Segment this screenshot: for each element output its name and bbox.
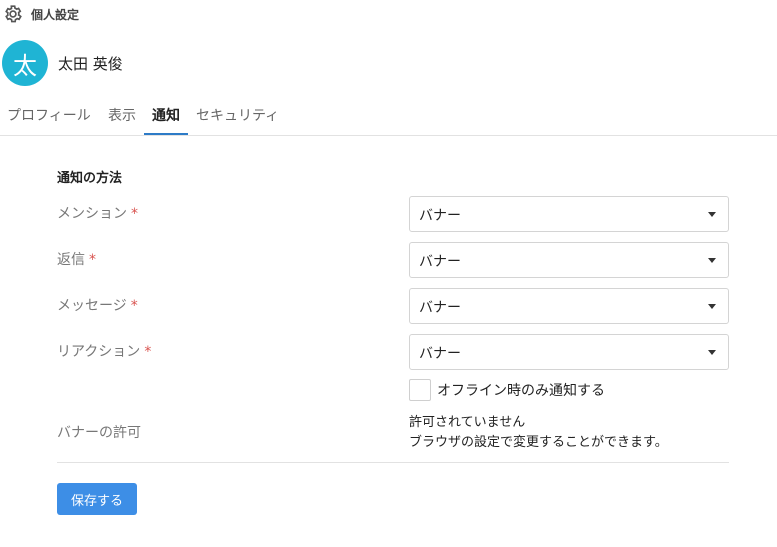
offline-only-option[interactable]: オフライン時のみ通知する <box>409 379 605 401</box>
tab-display[interactable]: 表示 <box>108 105 136 135</box>
settings-tabs: プロフィール 表示 通知 セキュリティ <box>0 100 777 136</box>
reaction-select-value: バナー <box>419 346 461 362</box>
tab-notification[interactable]: 通知 <box>144 105 188 135</box>
required-mark: * <box>131 206 138 222</box>
offline-only-label: オフライン時のみ通知する <box>437 383 605 399</box>
required-mark: * <box>144 344 152 360</box>
page-title: 個人設定 <box>31 7 80 22</box>
message-select[interactable]: バナー <box>409 288 729 324</box>
reaction-label: リアクション * <box>57 342 151 362</box>
section-title: 通知の方法 <box>57 171 123 186</box>
banner-permission-status-line2: ブラウザの設定で変更することができます。 <box>409 435 668 450</box>
caret-down-icon <box>708 350 716 355</box>
mention-select-value: バナー <box>419 208 461 224</box>
message-label: メッセージ * <box>57 296 138 316</box>
user-name: 太田 英俊 <box>58 54 123 73</box>
offline-only-checkbox[interactable] <box>409 379 431 401</box>
profile-block: 太 太田 英俊 <box>2 40 123 86</box>
banner-permission-status: 許可されていません ブラウザの設定で変更することができます。 <box>409 413 668 453</box>
caret-down-icon <box>708 304 716 309</box>
gear-icon <box>3 4 23 24</box>
reply-select[interactable]: バナー <box>409 242 729 278</box>
mention-label: メンション * <box>57 204 138 224</box>
mention-select[interactable]: バナー <box>409 196 729 232</box>
required-mark: * <box>130 298 138 314</box>
mention-label-text: メンション <box>57 206 127 222</box>
reaction-label-text: リアクション <box>57 344 141 360</box>
caret-down-icon <box>708 212 716 217</box>
page-header: 個人設定 <box>3 4 79 24</box>
reply-label: 返信 * <box>57 250 96 270</box>
reply-select-value: バナー <box>419 254 461 270</box>
banner-permission-label: バナーの許可 <box>57 425 141 441</box>
message-select-value: バナー <box>419 300 461 316</box>
tab-profile[interactable]: プロフィール <box>7 105 91 135</box>
avatar: 太 <box>2 40 48 86</box>
avatar-initial: 太 <box>13 51 37 80</box>
required-mark: * <box>89 252 96 268</box>
reply-label-text: 返信 <box>57 252 85 268</box>
divider <box>57 462 729 463</box>
reaction-select[interactable]: バナー <box>409 334 729 370</box>
tab-security[interactable]: セキュリティ <box>196 105 279 135</box>
save-button[interactable]: 保存する <box>57 483 137 515</box>
message-label-text: メッセージ <box>57 298 127 314</box>
caret-down-icon <box>708 258 716 263</box>
banner-permission-status-line1: 許可されていません <box>409 415 526 430</box>
